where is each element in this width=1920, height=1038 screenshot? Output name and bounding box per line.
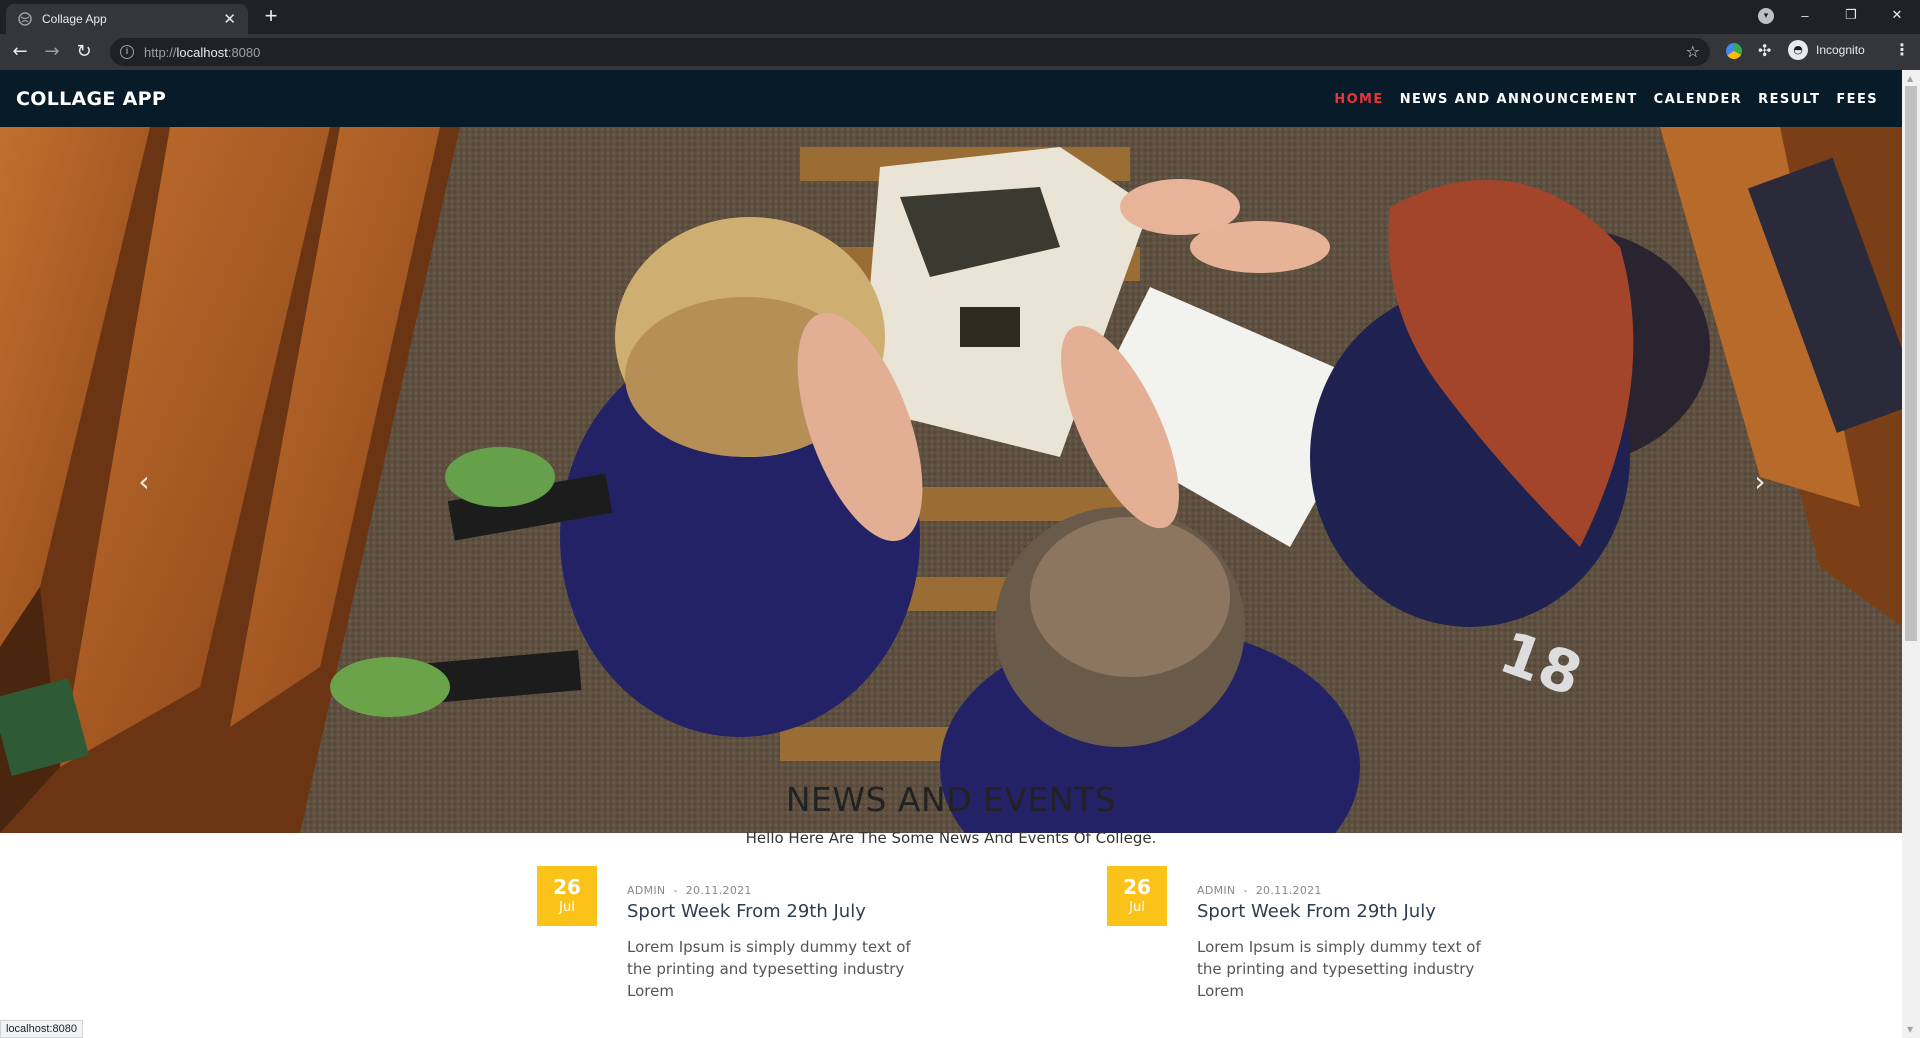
date-day: 26 — [1123, 875, 1151, 899]
browser-tab[interactable]: Collage App ✕ — [6, 4, 248, 34]
window-controls: – ❐ ✕ — [1782, 0, 1920, 30]
status-url-bubble: localhost:8080 — [0, 1020, 83, 1038]
close-tab-icon[interactable]: ✕ — [223, 11, 236, 27]
reload-icon[interactable]: ↻ — [72, 40, 96, 64]
news-item: 26 Jul ADMIN -20.11.2021 Sport Week From … — [537, 866, 1017, 1000]
site-navbar: COLLAGE APP HOME NEWS AND ANNOUNCEMENT C… — [0, 70, 1902, 127]
news-item: 26 Jul ADMIN -20.11.2021 Sport Week From … — [1107, 866, 1587, 1000]
news-text: Lorem Ipsum is simply dummy text of the … — [627, 938, 911, 1000]
news-section-title: NEWS AND EVENTS — [785, 780, 1117, 819]
close-window-icon[interactable]: ✕ — [1874, 7, 1920, 23]
tab-title: Collage App — [42, 12, 107, 26]
site-brand[interactable]: COLLAGE APP — [16, 88, 166, 110]
browser-tabstrip: Collage App ✕ + ▾ – ❐ ✕ — [0, 0, 1920, 34]
meta-separator: - — [673, 884, 678, 897]
scroll-up-icon[interactable]: ▲ — [1907, 74, 1913, 83]
chevron-left-icon[interactable]: ‹ — [124, 457, 164, 507]
nav-link-calender[interactable]: CALENDER — [1654, 92, 1743, 107]
nav-link-fees[interactable]: FEES — [1836, 92, 1878, 107]
url-scheme: http:// — [144, 44, 177, 60]
date-month: Jul — [1129, 900, 1145, 915]
incognito-icon: ◓ — [1788, 40, 1808, 60]
news-meta: ADMIN -20.11.2021 — [1197, 884, 1322, 897]
browser-toolbar: ← → ↻ i http:// localhost :8080 ☆ — [0, 34, 1920, 70]
address-bar[interactable]: i http:// localhost :8080 ☆ — [110, 38, 1710, 66]
meta-separator: - — [1243, 884, 1248, 897]
scroll-down-icon[interactable]: ▼ — [1907, 1025, 1913, 1034]
date-month: Jul — [559, 900, 575, 915]
news-date: 20.11.2021 — [1255, 884, 1322, 897]
tab-search-icon[interactable]: ▾ — [1758, 8, 1774, 24]
news-title[interactable]: Sport Week From 29th July — [627, 901, 866, 922]
vertical-scrollbar[interactable]: ▲ ▼ — [1902, 70, 1920, 1038]
news-meta: ADMIN -20.11.2021 — [627, 884, 752, 897]
globe-icon — [18, 12, 32, 26]
url-host: localhost — [176, 44, 228, 60]
carousel-image: 18 — [0, 127, 1902, 833]
news-author: ADMIN — [1197, 884, 1236, 897]
news-date: 20.11.2021 — [685, 884, 752, 897]
incognito-label: Incognito — [1816, 43, 1865, 57]
news-title[interactable]: Sport Week From 29th July — [1197, 901, 1436, 922]
puzzle-icon[interactable]: ✣ — [1758, 41, 1771, 60]
date-day: 26 — [553, 875, 581, 899]
chevron-right-icon[interactable]: › — [1740, 457, 1780, 507]
hero-carousel: 18 ‹ › — [0, 127, 1902, 833]
incognito-profile[interactable]: ◓ Incognito — [1788, 40, 1865, 60]
back-icon[interactable]: ← — [8, 40, 32, 64]
info-icon[interactable]: i — [120, 45, 134, 59]
date-badge: 26 Jul — [1107, 866, 1167, 926]
page: COLLAGE APP HOME NEWS AND ANNOUNCEMENT C… — [0, 70, 1902, 1038]
nav-link-result[interactable]: RESULT — [1758, 92, 1820, 107]
news-text: Lorem Ipsum is simply dummy text of the … — [1197, 938, 1481, 1000]
nav-link-news[interactable]: NEWS AND ANNOUNCEMENT — [1400, 92, 1638, 107]
scrollbar-thumb[interactable] — [1905, 86, 1917, 641]
date-badge: 26 Jul — [537, 866, 597, 926]
new-tab-button[interactable]: + — [258, 4, 284, 30]
nav-link-home[interactable]: HOME — [1334, 92, 1383, 107]
forward-icon[interactable]: → — [40, 40, 64, 64]
url-port: :8080 — [227, 44, 261, 60]
restore-icon[interactable]: ❐ — [1828, 7, 1874, 23]
extension-icon[interactable] — [1726, 43, 1742, 59]
minimize-icon[interactable]: – — [1782, 8, 1828, 23]
kebab-menu-icon[interactable]: ⋮ — [1894, 40, 1910, 59]
news-section-subtitle: Hello Here Are The Some News And Events … — [745, 829, 1157, 847]
news-author: ADMIN — [627, 884, 666, 897]
bookmark-star-icon[interactable]: ☆ — [1686, 42, 1700, 61]
nav-links: HOME NEWS AND ANNOUNCEMENT CALENDER RESU… — [1318, 92, 1878, 107]
